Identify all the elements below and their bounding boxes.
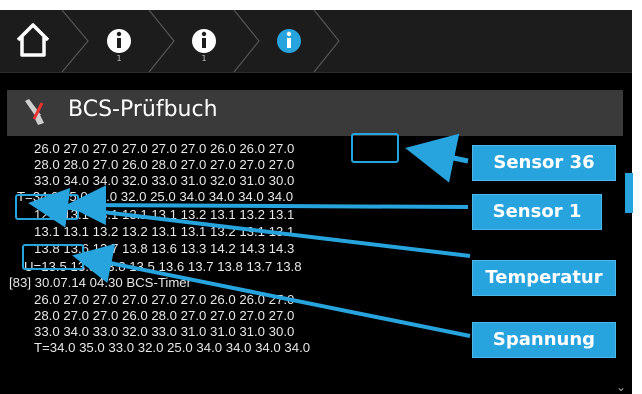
highlight-spannung [22,244,84,270]
scroll-down-icon[interactable]: ⌄ [616,380,626,394]
page-title: BCS-Prüfbuch [68,97,218,122]
wrench-screwdriver-icon [25,99,44,125]
log-line: 26.0 27.0 27.0 27.0 27.0 27.0 26.0 26.0 … [34,141,295,156]
breadcrumb-info-1[interactable]: 1 [88,10,175,72]
page-header: BCS-Prüfbuch [7,90,623,136]
log-line: 13.1 13.1 13.2 13.2 13.1 13.1 13.2 13.1 … [34,224,295,239]
log-line: T=34.0 35.0 33.0 32.0 25.0 34.0 34.0 34.… [34,340,311,355]
callout-temperatur: Temperatur [472,260,616,296]
breadcrumb-info-2[interactable]: 1 [173,10,260,72]
breadcrumb: 1 1 [0,10,632,73]
highlight-sensor1 [15,194,79,220]
breadcrumb-info-active[interactable] [258,10,340,72]
log-line: 26.0 27.0 27.0 27.0 27.0 27.0 26.0 26.0 … [34,292,295,307]
info-icon [192,10,260,72]
log-line: 28.0 27.0 27.0 26.0 28.0 27.0 27.0 27.0 … [34,308,295,323]
breadcrumb-home[interactable] [0,10,89,72]
info-icon [107,10,175,72]
breadcrumb-number: 1 [201,54,207,63]
breadcrumb-number: 1 [116,54,122,63]
log-line: [83] 30.07.14 04:30 BCS-Timer [9,275,192,290]
info-active-icon [277,10,340,72]
callout-sensor1: Sensor 1 [472,194,602,230]
log-line: 33.0 34.0 34.0 32.0 33.0 31.0 32.0 31.0 … [34,173,295,188]
highlight-sensor36 [351,133,399,163]
callout-edge [625,173,633,213]
callout-spannung: Spannung [472,322,616,358]
callout-sensor36: Sensor 36 [472,145,616,181]
log-line: 33.0 34.0 33.0 32.0 33.0 31.0 31.0 31.0 … [34,324,295,339]
log-line: 28.0 28.0 27.0 26.0 28.0 27.0 27.0 27.0 … [34,157,295,172]
